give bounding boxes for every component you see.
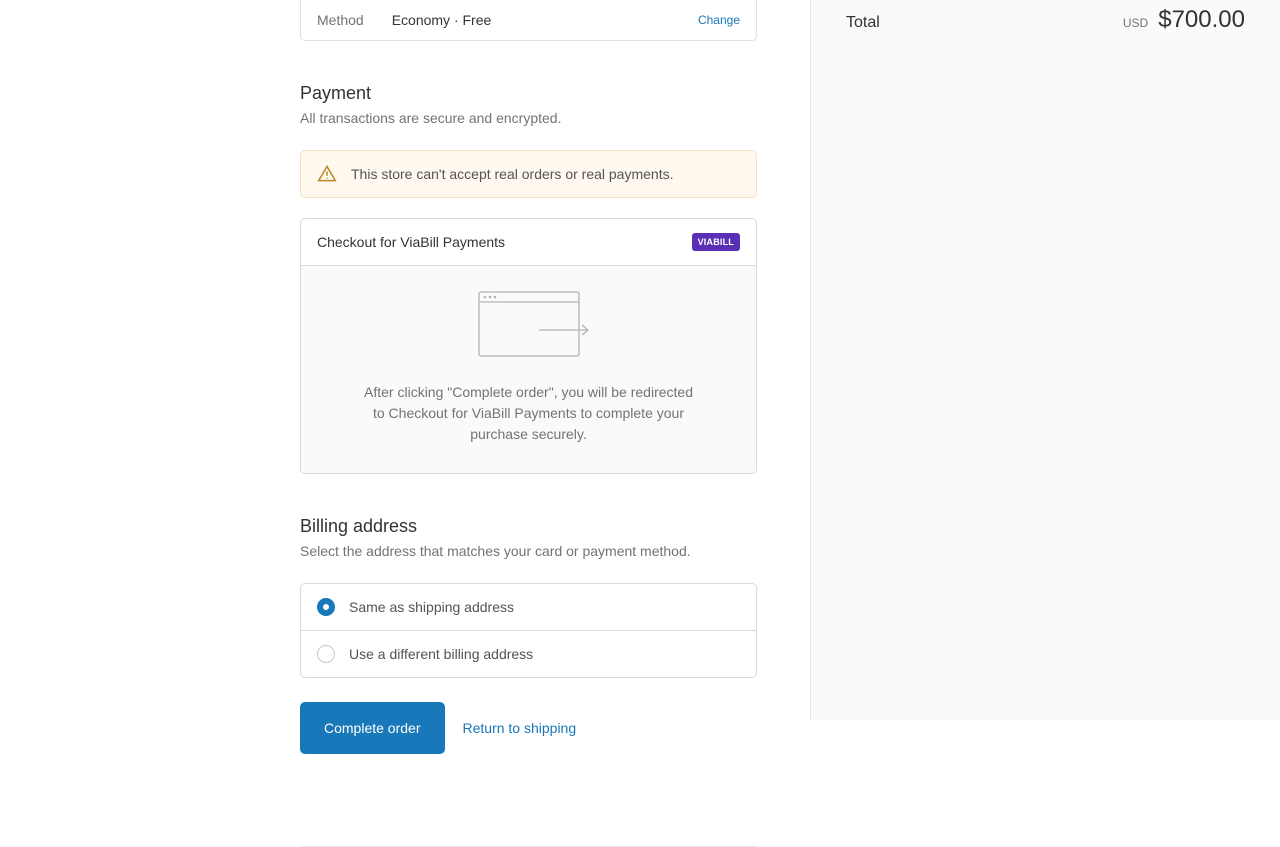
viabill-badge-icon: VIABILL bbox=[692, 233, 740, 251]
return-to-shipping-link[interactable]: Return to shipping bbox=[463, 720, 577, 736]
currency-code: USD bbox=[1123, 16, 1148, 30]
billing-address-options: Same as shipping address Use a different… bbox=[300, 583, 757, 678]
payment-method-header[interactable]: Checkout for ViaBill Payments VIABILL bbox=[301, 219, 756, 265]
payment-heading: Payment bbox=[300, 83, 757, 104]
redirect-description: After clicking "Complete order", you wil… bbox=[361, 382, 696, 445]
checkout-actions: Complete order Return to shipping bbox=[300, 702, 757, 754]
billing-different-label: Use a different billing address bbox=[349, 646, 533, 662]
billing-option-same[interactable]: Same as shipping address bbox=[301, 584, 756, 630]
change-method-link[interactable]: Change bbox=[698, 13, 740, 27]
warning-triangle-icon bbox=[317, 164, 337, 184]
billing-heading: Billing address bbox=[300, 516, 757, 537]
billing-option-different[interactable]: Use a different billing address bbox=[301, 630, 756, 677]
total-label: Total bbox=[846, 14, 880, 32]
method-label: Method bbox=[317, 12, 364, 28]
radio-unselected-icon bbox=[317, 645, 335, 663]
payment-subtext: All transactions are secure and encrypte… bbox=[300, 110, 757, 126]
complete-order-button[interactable]: Complete order bbox=[300, 702, 445, 754]
payment-provider-title: Checkout for ViaBill Payments bbox=[317, 234, 505, 250]
radio-selected-icon bbox=[317, 598, 335, 616]
warning-text: This store can't accept real orders or r… bbox=[351, 166, 673, 182]
payment-method-body: After clicking "Complete order", you wil… bbox=[301, 265, 756, 473]
order-total-row: Total USD $700.00 bbox=[846, 0, 1245, 34]
redirect-window-icon bbox=[469, 290, 589, 360]
shipping-method-summary: Method Economy · Free Change bbox=[300, 0, 757, 41]
test-store-warning: This store can't accept real orders or r… bbox=[300, 150, 757, 198]
method-value: Economy · Free bbox=[392, 12, 670, 28]
billing-same-label: Same as shipping address bbox=[349, 599, 514, 615]
order-summary-sidebar: Total USD $700.00 bbox=[811, 0, 1280, 720]
billing-subtext: Select the address that matches your car… bbox=[300, 543, 757, 559]
total-amount: $700.00 bbox=[1158, 6, 1245, 34]
payment-method-card: Checkout for ViaBill Payments VIABILL Af… bbox=[300, 218, 757, 474]
